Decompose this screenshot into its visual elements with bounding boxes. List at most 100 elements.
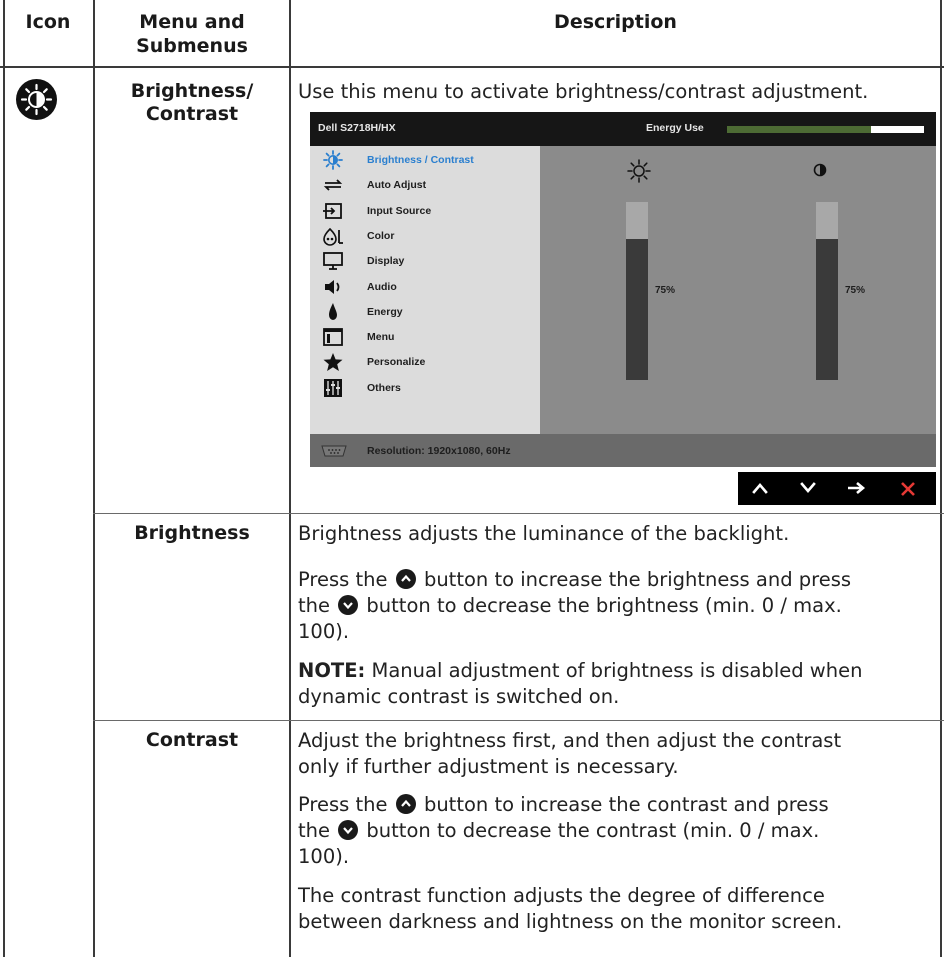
brightness-p2-c: the [298, 594, 331, 617]
right-arrow-icon [848, 482, 866, 494]
osd-menu-item-label: Display [367, 255, 405, 268]
energy-use-bar [727, 126, 924, 133]
display-icon [322, 251, 344, 271]
menu-brightness-contrast: Brightness/ Contrast [95, 80, 289, 126]
note-text-b: dynamic contrast is switched on. [298, 685, 620, 708]
contrast-p2-d: button to decrease the contrast (min. 0 … [366, 819, 820, 842]
header-menu: Menu and Submenus [95, 10, 289, 58]
osd-down-button[interactable] [788, 472, 828, 505]
osd-menu-item-label: Audio [367, 280, 397, 293]
brightness-contrast-icon [16, 79, 57, 120]
contrast-p1-a: Adjust the brightness first, and then ad… [298, 729, 842, 752]
contrast-p3-a: The contrast function adjusts the degree… [298, 884, 825, 907]
up-arrow-icon [752, 483, 768, 494]
osd-menu-item-label: Color [367, 229, 395, 242]
brightness-note: NOTE: Manual adjustment of brightness is… [298, 658, 938, 710]
osd-nav-bar [738, 472, 936, 505]
osd-menu-item[interactable]: Audio [310, 275, 540, 300]
table-border-right [940, 0, 942, 957]
close-icon [901, 482, 915, 496]
osd-menu-item[interactable]: Brightness / Contrast [310, 148, 540, 173]
brightness-value: 75% [655, 285, 676, 296]
menu-contrast: Contrast [145, 729, 239, 751]
osd-energy-label: Energy Use [646, 122, 704, 134]
osd-footer: Resolution: 1920x1080, 60Hz [310, 434, 936, 467]
contrast-p1-b: only if further adjustment is necessary. [298, 755, 679, 778]
energy-icon [322, 302, 344, 322]
up-button-icon [395, 569, 416, 589]
table-divider-menu-col [289, 0, 291, 957]
contrast-p2-e: 100). [298, 845, 350, 868]
row-divider-1 [93, 513, 944, 514]
brightness-level-bar [626, 202, 648, 380]
contrast-level-bar [816, 202, 838, 380]
brightness-p2: Press the button to increase the brightn… [298, 567, 938, 645]
menu-icon [322, 327, 344, 347]
table-divider-icon-col [93, 0, 95, 957]
menu-brightness: Brightness [134, 522, 250, 544]
header-menu-text: Menu and Submenus [136, 11, 248, 57]
input-source-icon [322, 201, 344, 221]
osd-menu-item-label: Brightness / Contrast [367, 154, 474, 166]
brightness-p2-a: Press the [298, 568, 388, 591]
osd-menu-item[interactable]: Personalize [310, 350, 540, 375]
up-button-icon [395, 794, 416, 814]
auto-adjust-icon [322, 175, 344, 195]
osd-contrast-icon [813, 163, 827, 177]
contrast-p2-c: the [298, 819, 331, 842]
osd-close-button[interactable] [888, 472, 928, 505]
osd-brightness-icon [627, 159, 651, 183]
osd-menu-item[interactable]: Display [310, 249, 540, 274]
contrast-level-remaining [816, 202, 838, 239]
brightness-p1: Brightness adjusts the luminance of the … [298, 522, 790, 545]
osd-menu-item-label: Others [367, 381, 401, 394]
note-text-a: Manual adjustment of brightness is disab… [371, 659, 863, 682]
down-button-icon [338, 820, 359, 840]
contrast-p3-b: between darkness and lightness on the mo… [298, 910, 843, 933]
down-button-icon [338, 595, 359, 615]
osd-menu-item[interactable]: Menu [310, 325, 540, 350]
row-divider-2 [93, 720, 944, 721]
contrast-p2-a: Press the [298, 793, 388, 816]
header-description: Description [554, 11, 677, 33]
star-icon [322, 352, 344, 372]
osd-menu-item[interactable]: Auto Adjust [310, 173, 540, 198]
osd-enter-button[interactable] [836, 472, 876, 505]
contrast-value: 75% [845, 285, 866, 296]
contrast-p2: Press the button to increase the contras… [298, 792, 938, 870]
contrast-p2-b: button to increase the contrast and pres… [423, 793, 829, 816]
osd-menu-item-label: Menu [367, 331, 395, 344]
brightness-p2-b: button to increase the brightness and pr… [423, 568, 852, 591]
header-icon: Icon [25, 11, 71, 33]
osd-menu-item[interactable]: Energy [310, 300, 540, 325]
osd-menu-item-label: Personalize [367, 356, 426, 369]
contrast-p3: The contrast function adjusts the degree… [298, 883, 938, 935]
osd-model-name: Dell S2718H/HX [318, 122, 396, 134]
osd-menu-item-label: Energy [367, 305, 403, 318]
osd-menu-item-label: Input Source [367, 204, 432, 217]
osd-menu-item[interactable]: Others [310, 376, 540, 401]
brightness-contrast-description: Use this menu to activate brightness/con… [298, 80, 869, 103]
osd-up-button[interactable] [740, 472, 780, 505]
table-header-bottom [0, 66, 944, 68]
color-icon [322, 226, 344, 246]
vga-connector-icon [321, 445, 347, 457]
osd-menu-list: Brightness / Contrast Auto Adjust Input So… [310, 146, 540, 434]
audio-icon [322, 277, 344, 297]
menu-label-line1: Brightness/ [130, 80, 254, 102]
osd-menu-item-label: Auto Adjust [367, 179, 427, 192]
osd-title-bar: Dell S2718H/HX Energy Use [310, 112, 936, 146]
osd-resolution: Resolution: 1920x1080, 60Hz [367, 445, 511, 457]
osd-menu-screenshot: Dell S2718H/HX Energy Use Brightness / C… [310, 112, 936, 467]
contrast-p1: Adjust the brightness first, and then ad… [298, 728, 938, 780]
note-label: NOTE: [298, 659, 366, 682]
brightness-level-remaining [626, 202, 648, 239]
brightness-icon [322, 150, 344, 170]
osd-adjust-panel: 75% 75% [540, 146, 936, 434]
table-border-left [3, 0, 5, 957]
osd-menu-item[interactable]: Color [310, 224, 540, 249]
others-icon [322, 378, 344, 398]
osd-menu-item[interactable]: Input Source [310, 199, 540, 224]
menu-label-line2: Contrast [145, 103, 239, 125]
brightness-p2-d: button to decrease the brightness (min. … [366, 594, 842, 617]
